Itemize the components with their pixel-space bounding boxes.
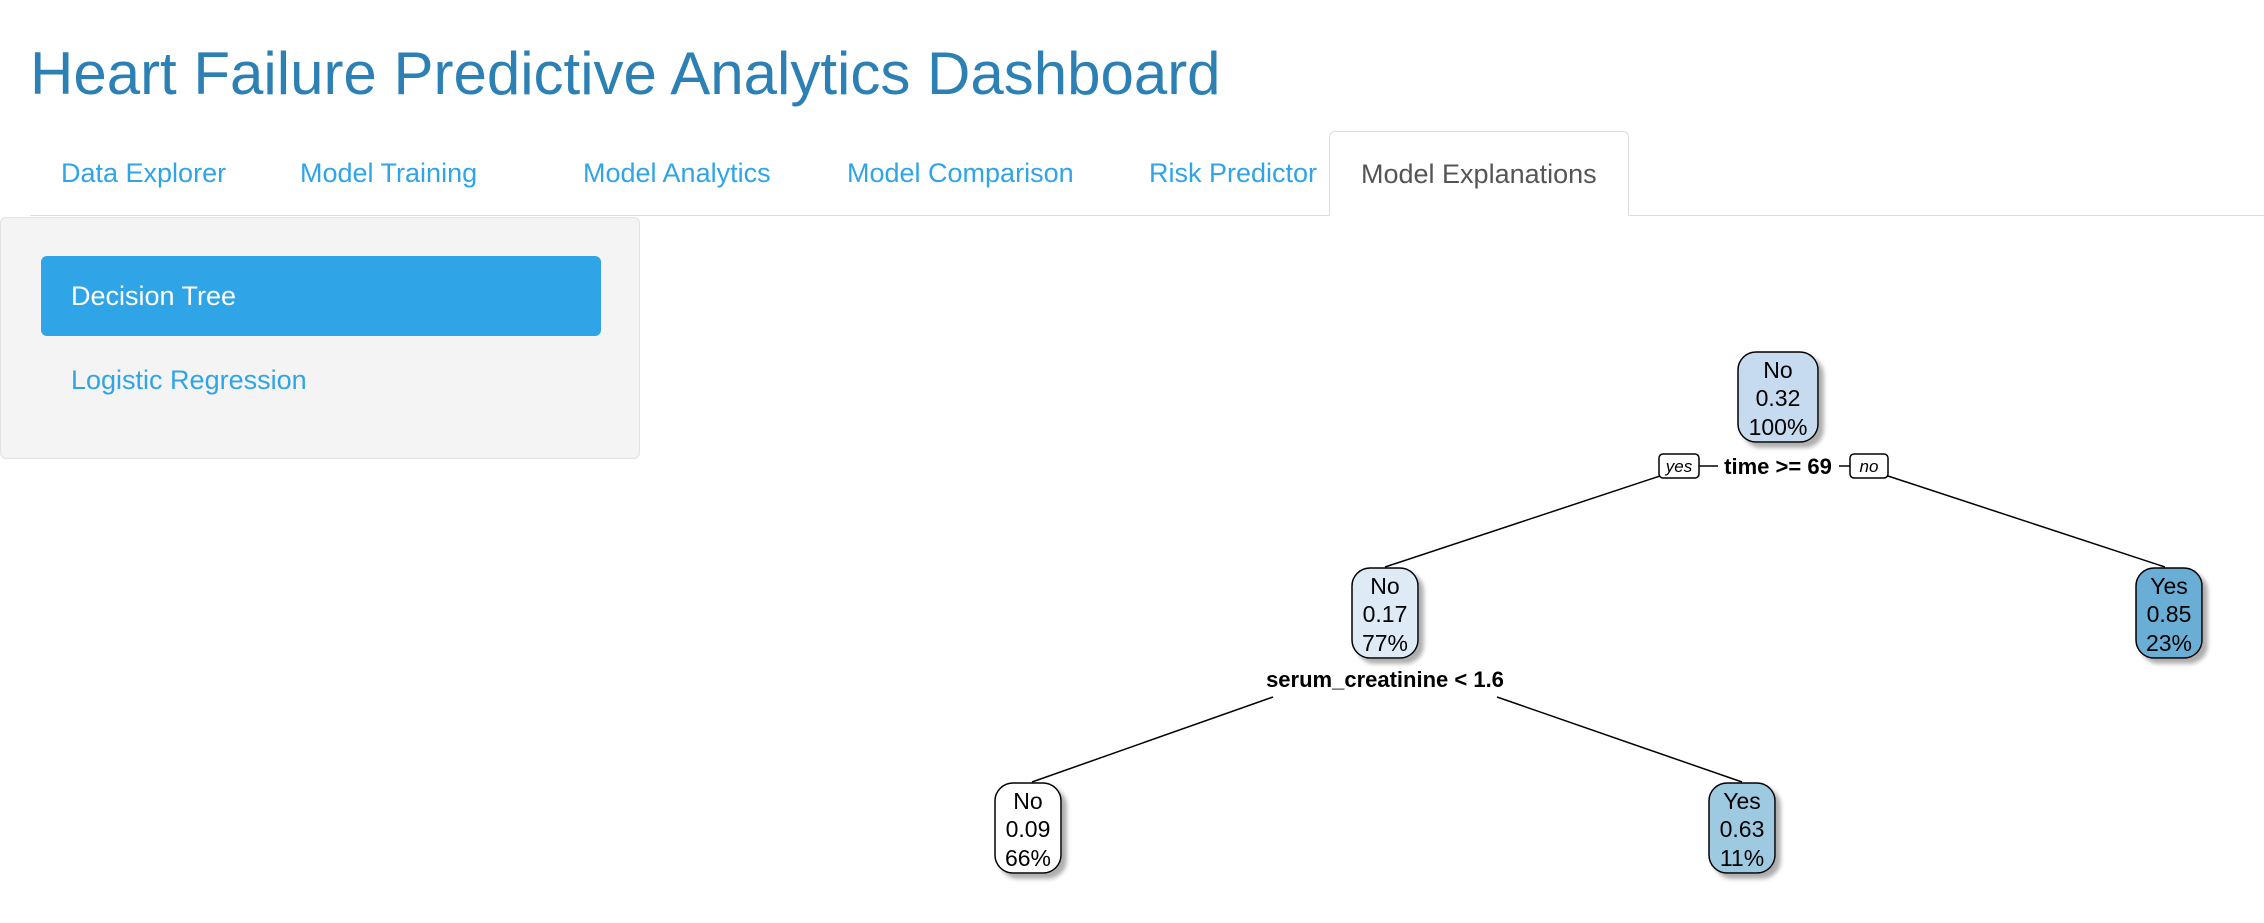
split-root: yes time >= 69 no [1658,453,1889,479]
tree-node-right: Yes 0.85 23% [2135,567,2203,659]
node-pct: 100% [1749,414,1808,440]
node-pct: 77% [1362,630,1408,656]
node-pct: 23% [2146,630,2192,656]
tree-node-left-left: No 0.09 66% [994,782,1062,874]
tree-node-left: No 0.17 77% [1351,567,1419,659]
node-class: No [1370,573,1399,599]
node-class: No [1013,788,1042,814]
node-prob: 0.85 [2147,601,2192,627]
node-class: Yes [2150,573,2188,599]
node-prob: 0.09 [1006,816,1051,842]
node-pct: 66% [1005,845,1051,871]
node-pct: 11% [1720,845,1764,871]
tree-node-left-right: Yes 0.63 11% [1708,782,1776,874]
node-prob: 0.32 [1756,385,1801,411]
branch-left-left [1031,696,1274,783]
branch-root-left [1384,475,1661,568]
split-condition-root: time >= 69 [1724,454,1832,479]
dashboard-page: Heart Failure Predictive Analytics Dashb… [0,0,2264,923]
node-prob: 0.63 [1720,816,1765,842]
tree-node-root: No 0.32 100% [1737,351,1819,443]
no-label: no [1860,457,1879,476]
branch-root-right [1887,475,2166,568]
split-condition-left: serum_creatinine < 1.6 [1266,667,1504,692]
yes-label: yes [1665,457,1693,476]
decision-tree-plot: No 0.32 100% yes time >= 69 no No 0.17 7… [994,351,2203,874]
node-class: Yes [1723,788,1761,814]
branch-left-right [1496,696,1743,783]
node-class: No [1763,357,1792,383]
node-prob: 0.17 [1363,601,1408,627]
